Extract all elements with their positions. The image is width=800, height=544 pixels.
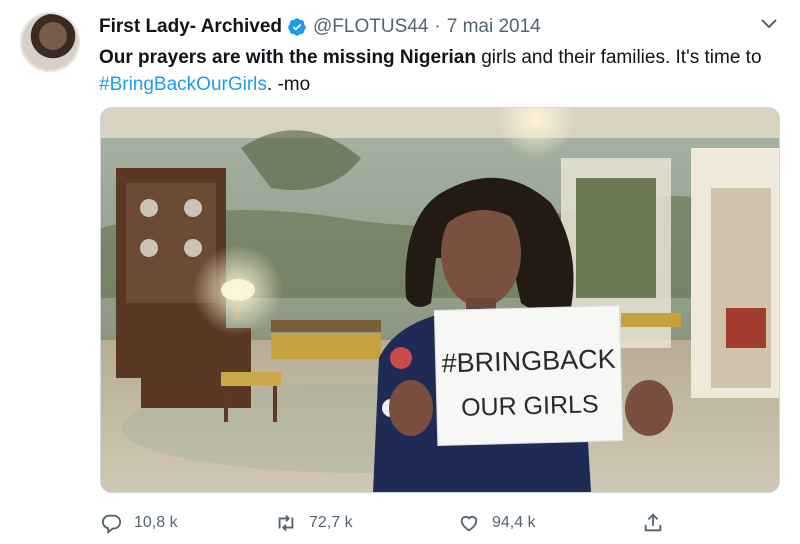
tweet-text: Our prayers are with the missing Nigeria…	[99, 44, 789, 98]
photo-illustration: #BRINGBACK OUR GIRLS	[101, 108, 779, 492]
like-button[interactable]: 94,4 k	[458, 508, 536, 538]
reply-button[interactable]: 10,8 k	[100, 508, 178, 538]
reply-icon	[102, 514, 122, 534]
tweet-text-bold: Our prayers are with the missing Nigeria…	[99, 47, 476, 68]
retweet-count: 72,7 k	[309, 514, 353, 531]
share-button[interactable]	[642, 508, 664, 538]
sign-line-1: #BRINGBACK	[441, 344, 616, 379]
tweet-actions: 10,8 k 72,7 k 94,4 k	[100, 508, 670, 538]
chevron-down-icon[interactable]	[760, 17, 778, 31]
tweet-text-body: girls and their families. It's time to	[475, 47, 762, 68]
avatar-ring	[20, 12, 80, 72]
tweet-photo[interactable]: #BRINGBACK OUR GIRLS	[100, 107, 780, 493]
reply-count: 10,8 k	[134, 514, 178, 531]
author-avatar[interactable]	[20, 12, 80, 72]
tweet-header: First Lady- Archived @FLOTUS44 · 7 mai 2…	[99, 14, 778, 40]
author-display-name[interactable]: First Lady- Archived	[99, 16, 282, 38]
tweet-date[interactable]: 7 mai 2014	[447, 16, 541, 38]
retweet-button[interactable]: 72,7 k	[275, 508, 353, 538]
like-count: 94,4 k	[492, 514, 536, 531]
author-handle[interactable]: @FLOTUS44	[313, 16, 428, 38]
retweet-icon	[278, 515, 294, 531]
heart-icon	[460, 515, 478, 532]
tweet-text-suffix: . -mo	[266, 74, 311, 95]
hashtag-link[interactable]: #BringBackOurGirls	[99, 74, 267, 95]
verified-badge-icon	[287, 17, 307, 37]
sign-line-2: OUR GIRLS	[461, 390, 599, 422]
header-separator: ·	[434, 16, 441, 37]
share-icon	[644, 513, 662, 532]
